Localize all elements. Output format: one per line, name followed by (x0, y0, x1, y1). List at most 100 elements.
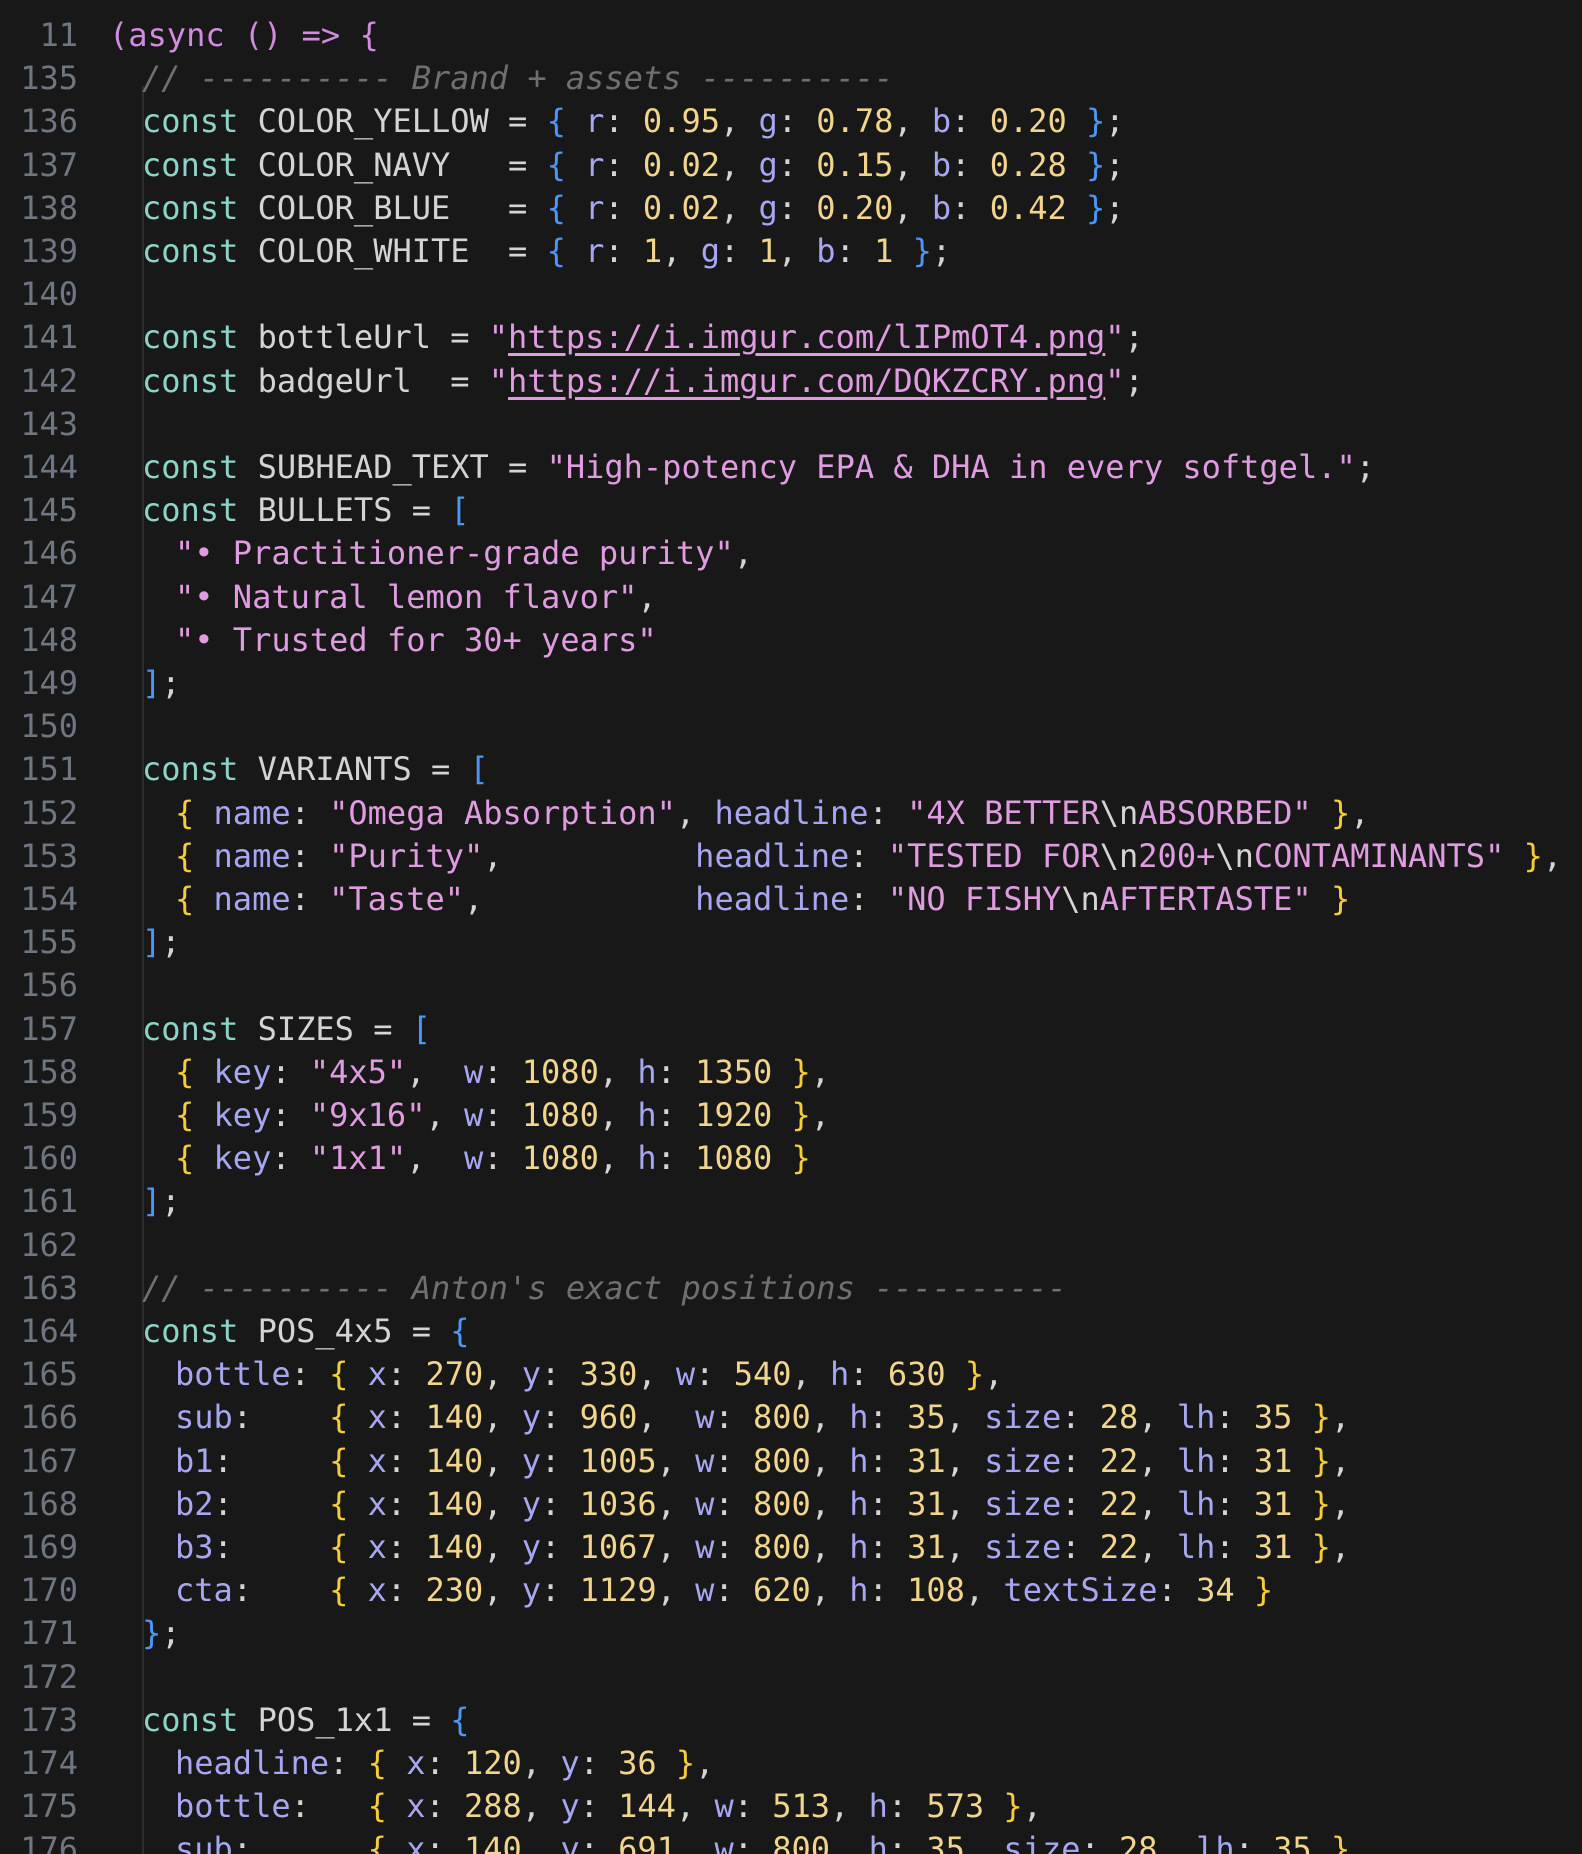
code-line[interactable]: 165 bottle: { x: 270, y: 330, w: 540, h: … (0, 1353, 1582, 1396)
code-token: : (271, 1139, 310, 1178)
line-code: cta: { x: 230, y: 1129, w: 620, h: 108, … (175, 1569, 1273, 1612)
code-token: ; (1105, 145, 1125, 184)
code-line[interactable]: 140 (0, 273, 1582, 316)
code-token: "4x5" (309, 1052, 407, 1091)
code-line[interactable]: 161]; (0, 1180, 1582, 1223)
code-token: { (175, 1052, 195, 1091)
code-token: ; (1355, 448, 1375, 486)
code-token: 1067 (579, 1528, 657, 1566)
code-token: // ---------- Anton's exact positions --… (142, 1268, 1067, 1307)
line-code: const SIZES = [ (142, 1008, 431, 1051)
code-token: } (1330, 1830, 1351, 1854)
code-token: , (1330, 1441, 1351, 1480)
code-token[interactable]: https://i.imgur.com/lIPmOT4.png (508, 318, 1105, 356)
code-line[interactable]: 159 { key: "9x16", w: 1080, h: 1920 }, (0, 1094, 1582, 1137)
code-token: 0.20 (989, 102, 1067, 141)
code-line[interactable]: 169 b3: { x: 140, y: 1067, w: 800, h: 31,… (0, 1526, 1582, 1569)
code-token: : (579, 1830, 619, 1854)
code-line[interactable]: 174 headline: { x: 120, y: 36 }, (0, 1742, 1582, 1785)
code-token: , (830, 1830, 869, 1854)
code-line[interactable]: 142 const badgeUrl = "https://i.imgur.com… (0, 360, 1582, 403)
code-line[interactable]: 153 { name: "Purity", headline: "TESTED F… (0, 835, 1582, 878)
line-code: const COLOR_NAVY = { r: 0.02, g: 0.15, b… (142, 144, 1125, 187)
code-line[interactable]: 162 (0, 1224, 1582, 1267)
code-token: : (541, 1398, 580, 1437)
code-line[interactable]: 158 { key: "4x5", w: 1080, h: 1350 }, (0, 1051, 1582, 1094)
code-token: h (868, 1830, 888, 1854)
code-line[interactable]: 167 b1: { x: 140, y: 1005, w: 800, h: 31,… (0, 1440, 1582, 1483)
line-code: ]; (142, 662, 181, 705)
code-line[interactable]: 155]; (0, 921, 1582, 964)
code-token: , (1350, 793, 1370, 832)
code-token: : (1061, 1484, 1100, 1523)
line-number: 146 (20, 534, 78, 573)
code-token: { (175, 880, 195, 918)
code-token: : (849, 880, 888, 918)
code-token: 513 (772, 1787, 831, 1826)
code-token: { (329, 1528, 349, 1566)
code-line[interactable]: 11 (async () => { (0, 14, 1582, 57)
code-line[interactable]: 160 { key: "1x1", w: 1080, h: 1080 } (0, 1137, 1582, 1180)
line-code: const BULLETS = [ (142, 489, 470, 532)
line-code: ]; (142, 921, 181, 964)
code-line[interactable]: 139 const COLOR_WHITE = { r: 1, g: 1, b: … (0, 230, 1582, 273)
line-number: 173 (20, 1700, 78, 1739)
code-token: } (1330, 793, 1351, 832)
code-line[interactable]: 175 bottle: { x: 288, y: 144, w: 513, h: … (0, 1785, 1582, 1828)
code-token: "High-potency EPA & DHA in every softgel… (546, 448, 1356, 486)
code-line[interactable]: 176 sub: { x: 140, y: 691, w: 800, h: 35,… (0, 1828, 1582, 1854)
code-line[interactable]: 143 (0, 403, 1582, 446)
code-token: : (951, 188, 990, 227)
code-line[interactable]: 154 { name: "Taste", headline: "NO FISHY\… (0, 878, 1582, 921)
code-token: , (777, 232, 817, 270)
code-line[interactable]: 163 // ---------- Anton's exact positions… (0, 1267, 1582, 1310)
code-line[interactable]: 149]; (0, 662, 1582, 705)
code-line[interactable]: 157 const SIZES = [ (0, 1008, 1582, 1051)
code-token: 330 (579, 1355, 638, 1394)
code-token: 140 (425, 1528, 484, 1566)
code-line[interactable]: 144 const SUBHEAD_TEXT = "High-potency EP… (0, 446, 1582, 489)
code-line[interactable]: 173 const POS_1x1 = { (0, 1699, 1582, 1742)
code-token: const (142, 102, 239, 141)
code-line[interactable]: 171}; (0, 1612, 1582, 1655)
code-line[interactable]: 137 const COLOR_NAVY = { r: 0.02, g: 0.15… (0, 144, 1582, 187)
code-token[interactable]: https://i.imgur.com/DQKZCRY.png (508, 362, 1105, 400)
code-token: ; (1105, 188, 1125, 227)
code-line[interactable]: 156 (0, 964, 1582, 1007)
code-line[interactable]: 145 const BULLETS = [ (0, 489, 1582, 532)
code-token: : (887, 1787, 927, 1826)
code-line[interactable]: 148 "• Trusted for 30+ years" (0, 619, 1582, 662)
code-line[interactable]: 152 { name: "Omega Absorption", headline:… (0, 792, 1582, 835)
code-line[interactable]: 138 const COLOR_BLUE = { r: 0.02, g: 0.20… (0, 187, 1582, 230)
code-line[interactable]: 164 const POS_4x5 = { (0, 1310, 1582, 1353)
code-line[interactable]: 136 const COLOR_YELLOW = { r: 0.95, g: 0.… (0, 100, 1582, 143)
code-line[interactable]: 172 (0, 1656, 1582, 1699)
code-line[interactable]: 146 "• Practitioner-grade purity", (0, 532, 1582, 575)
code-token: 22 (1099, 1484, 1139, 1523)
code-token: : (1215, 1528, 1254, 1566)
code-line[interactable]: 141 const bottleUrl = "https://i.imgur.co… (0, 316, 1582, 359)
code-line[interactable]: 170 cta: { x: 230, y: 1129, w: 620, h: 10… (0, 1569, 1582, 1612)
code-line[interactable]: 168 b2: { x: 140, y: 1036, w: 800, h: 31,… (0, 1483, 1582, 1526)
code-token: g (758, 102, 778, 141)
code-editor[interactable]: 11 (async () => {135// ---------- Brand +… (0, 0, 1582, 1854)
code-line[interactable]: 151 const VARIANTS = [ (0, 748, 1582, 791)
code-token: y (521, 1528, 542, 1566)
line-number: 143 (20, 404, 78, 443)
code-token: , (1138, 1441, 1177, 1480)
code-line[interactable]: 150 (0, 705, 1582, 748)
code-token: w (463, 1139, 484, 1178)
code-line[interactable]: 135 // ---------- Brand + assets --------… (0, 57, 1582, 100)
line-code: const COLOR_BLUE = { r: 0.02, g: 0.20, b… (142, 187, 1125, 230)
code-line[interactable]: 147 "• Natural lemon flavor", (0, 576, 1582, 619)
code-token: : (714, 1484, 753, 1523)
line-number: 138 (20, 188, 78, 227)
code-line[interactable]: 166 sub: { x: 140, y: 960, w: 800, h: 35,… (0, 1396, 1582, 1439)
line-number: 149 (20, 664, 78, 702)
code-token: , (656, 1528, 696, 1566)
code-token: ; (1124, 318, 1144, 357)
